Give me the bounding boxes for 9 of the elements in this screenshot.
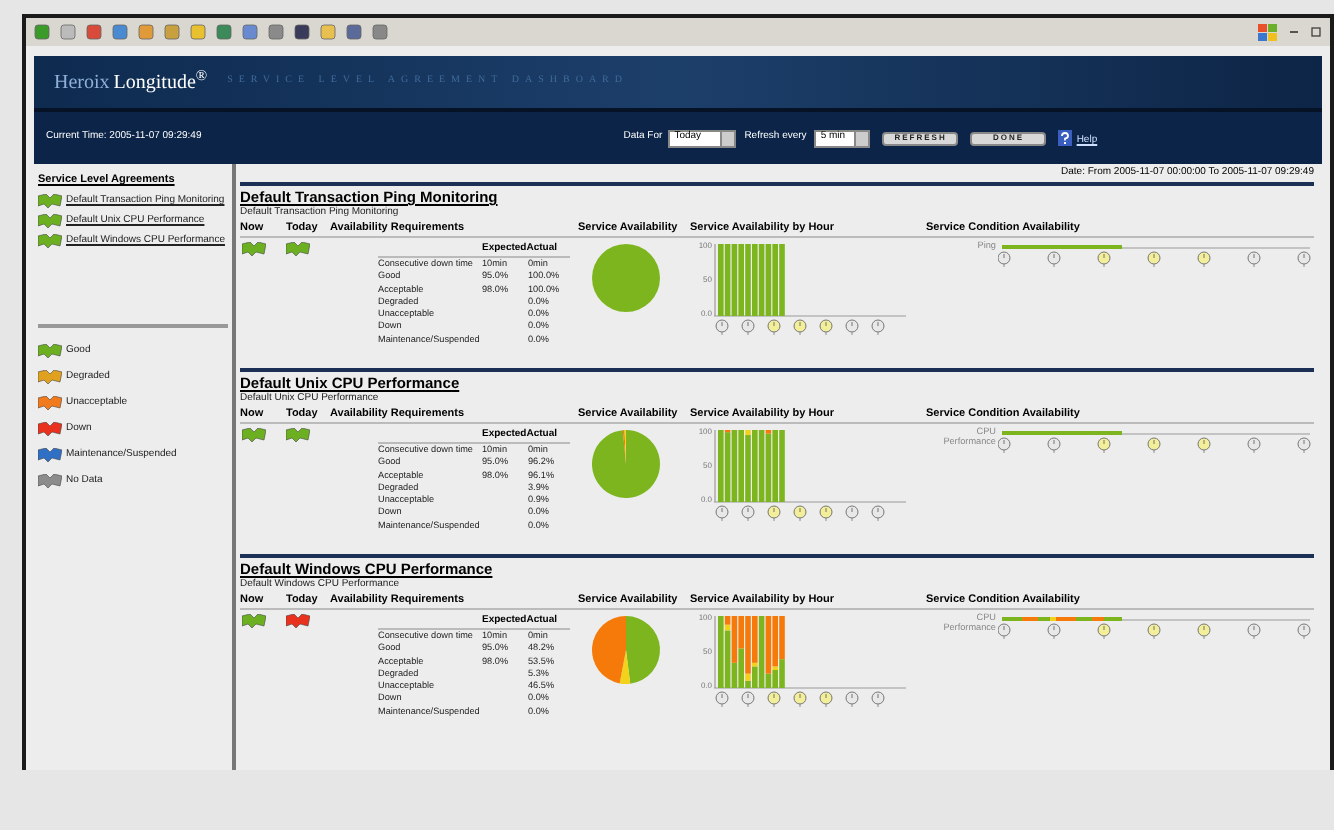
windows-logo-icon: [1258, 23, 1278, 41]
logo-prefix: Heroix: [54, 69, 110, 97]
availability-pie: [590, 428, 662, 500]
restore-icon[interactable]: [1310, 26, 1322, 38]
help-icon[interactable]: [1058, 130, 1073, 146]
logo-name: Longitude$^{®}$: [113, 67, 208, 97]
minimize-icon[interactable]: [1288, 26, 1300, 38]
availability-pie: [590, 242, 662, 314]
availability-pie: [590, 614, 662, 686]
